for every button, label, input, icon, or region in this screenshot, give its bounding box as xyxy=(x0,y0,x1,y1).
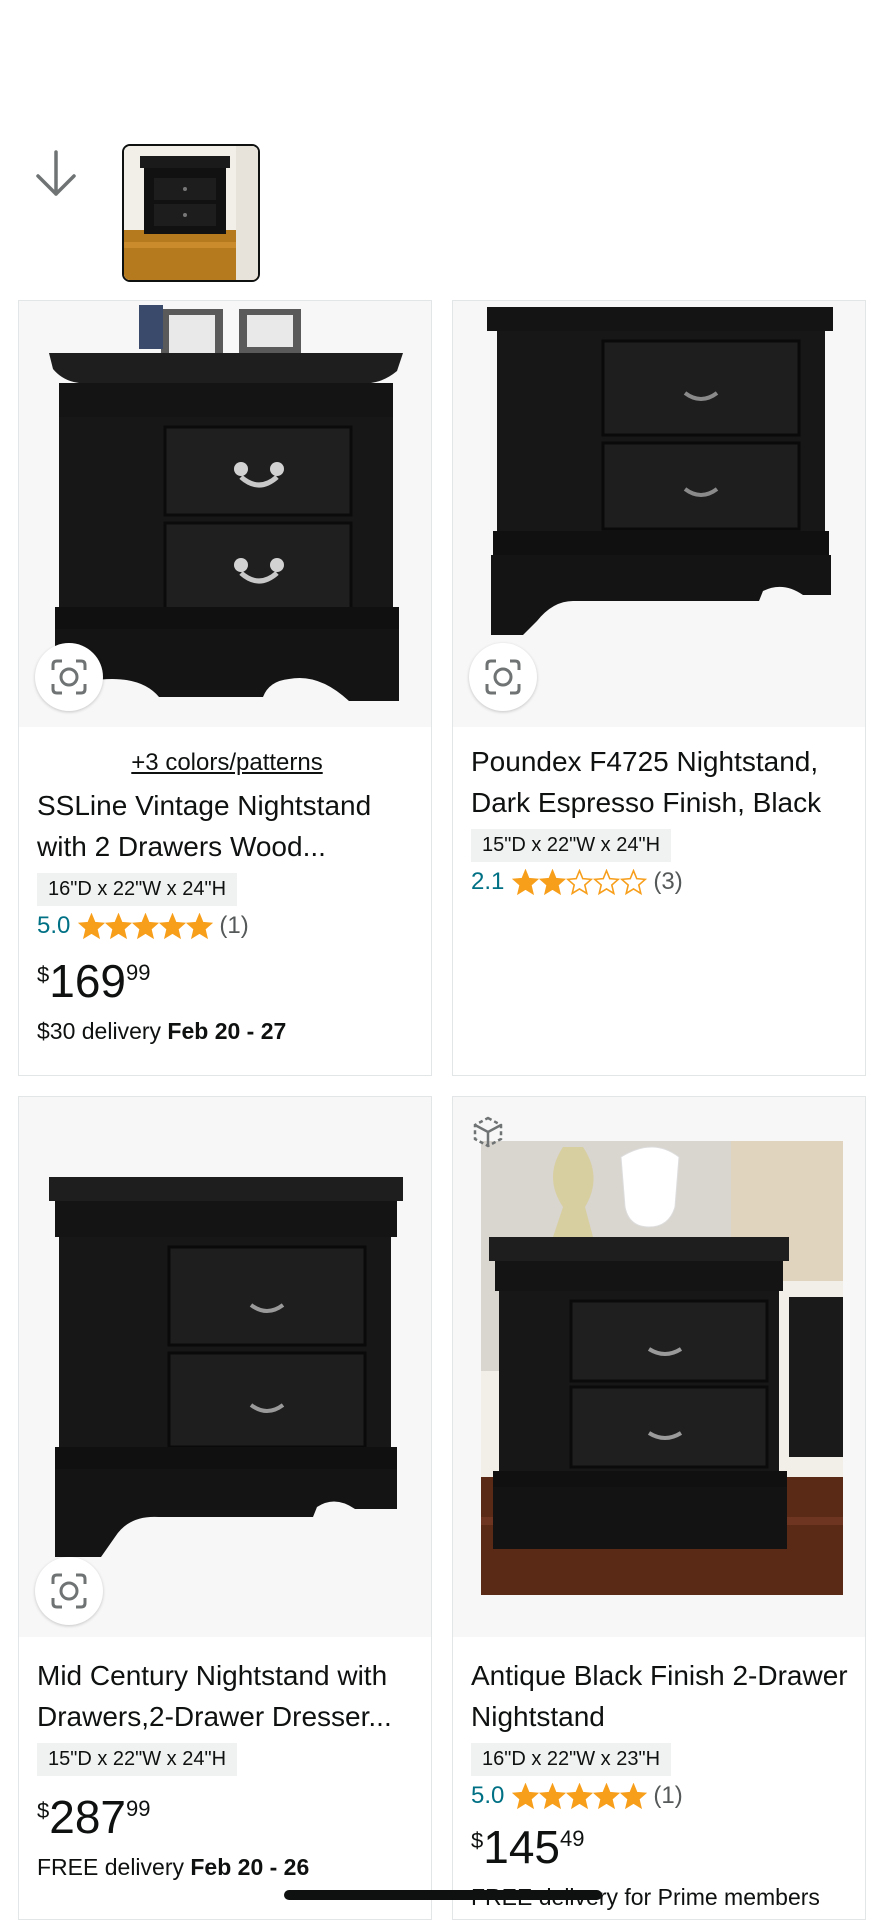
price: $ 169 99 xyxy=(37,958,417,1004)
star-icon xyxy=(186,912,214,939)
star-icon xyxy=(132,912,160,939)
product-card[interactable]: Antique Black Finish 2-Drawer Nightstand… xyxy=(452,1096,866,1920)
product-image[interactable] xyxy=(453,301,865,727)
product-card[interactable]: Poundex F4725 Nightstand, Dark Espresso … xyxy=(452,300,866,1076)
rating-value: 2.1 xyxy=(471,868,505,895)
selected-image-thumbnail[interactable] xyxy=(122,144,260,282)
price-symbol: $ xyxy=(37,962,50,987)
product-title[interactable]: Poundex F4725 Nightstand, Dark Espresso … xyxy=(471,741,851,823)
star-icon xyxy=(78,912,106,939)
star-icon xyxy=(159,912,187,939)
product-image[interactable] xyxy=(19,1097,431,1637)
dimensions-badge: 15"D x 22"W x 24"H xyxy=(37,1743,238,1776)
star-icon xyxy=(512,868,540,895)
product-title[interactable]: SSLine Vintage Nightstand with 2 Drawers… xyxy=(37,785,417,867)
product-card[interactable]: +3 colors/patterns SSLine Vintage Nights… xyxy=(18,300,432,1076)
home-indicator xyxy=(284,1890,602,1900)
visual-search-button[interactable] xyxy=(469,643,537,711)
top-bar xyxy=(0,0,886,300)
star-icon xyxy=(620,1782,648,1809)
price-fraction: 99 xyxy=(126,1796,151,1821)
price: $ 287 99 xyxy=(37,1794,417,1840)
camera-lens-icon xyxy=(485,659,521,695)
product-title[interactable]: Mid Century Nightstand with Drawers,2-Dr… xyxy=(37,1655,417,1737)
rating-row[interactable]: 5.0 (1) xyxy=(37,912,417,940)
star-icon xyxy=(539,868,567,895)
price-whole: 169 xyxy=(49,955,126,1007)
star-icon xyxy=(593,1782,621,1809)
star-rating xyxy=(512,868,648,896)
rating-value: 5.0 xyxy=(471,1782,505,1809)
price-symbol: $ xyxy=(471,1828,484,1853)
star-icon xyxy=(512,1782,540,1809)
star-icon xyxy=(539,1782,567,1809)
3d-cube-icon[interactable] xyxy=(471,1115,505,1149)
price-fraction: 99 xyxy=(126,960,151,985)
delivery-info: $30 delivery Feb 20 - 27 xyxy=(37,1018,417,1045)
star-icon xyxy=(620,868,648,895)
visual-search-button[interactable] xyxy=(35,1557,103,1625)
dimensions-badge: 16"D x 22"W x 23"H xyxy=(471,1743,672,1776)
camera-lens-icon xyxy=(51,1573,87,1609)
delivery-prefix: $30 delivery xyxy=(37,1018,168,1044)
dimensions-badge: 16"D x 22"W x 24"H xyxy=(37,873,238,906)
star-icon xyxy=(593,868,621,895)
star-icon xyxy=(566,1782,594,1809)
rating-row[interactable]: 2.1 (3) xyxy=(471,868,851,896)
delivery-info: FREE delivery Feb 20 - 26 xyxy=(37,1854,417,1881)
rating-row[interactable]: 5.0 (1) xyxy=(471,1782,851,1810)
star-rating xyxy=(512,1782,648,1810)
price-fraction: 49 xyxy=(560,1826,585,1851)
delivery-prefix: FREE delivery xyxy=(37,1854,191,1880)
colors-patterns-link[interactable]: +3 colors/patterns xyxy=(37,749,417,777)
review-count: (3) xyxy=(653,868,683,895)
product-title[interactable]: Antique Black Finish 2-Drawer Nightstand xyxy=(471,1655,851,1737)
rating-value: 5.0 xyxy=(37,912,71,939)
down-arrow-icon[interactable] xyxy=(30,148,82,200)
camera-lens-icon xyxy=(51,659,87,695)
visual-search-button[interactable] xyxy=(35,643,103,711)
product-image[interactable] xyxy=(453,1097,865,1637)
product-image[interactable] xyxy=(19,301,431,727)
star-icon xyxy=(105,912,133,939)
star-rating xyxy=(78,912,214,940)
delivery-date: Feb 20 - 27 xyxy=(167,1018,287,1044)
price-whole: 145 xyxy=(483,1821,560,1873)
price-whole: 287 xyxy=(49,1791,126,1843)
price-symbol: $ xyxy=(37,1798,50,1823)
dimensions-badge: 15"D x 22"W x 24"H xyxy=(471,829,672,862)
review-count: (1) xyxy=(219,912,249,939)
price: $ 145 49 xyxy=(471,1824,851,1870)
delivery-date: Feb 20 - 26 xyxy=(190,1854,310,1880)
product-card[interactable]: Mid Century Nightstand with Drawers,2-Dr… xyxy=(18,1096,432,1920)
star-icon xyxy=(566,868,594,895)
review-count: (1) xyxy=(653,1782,683,1809)
